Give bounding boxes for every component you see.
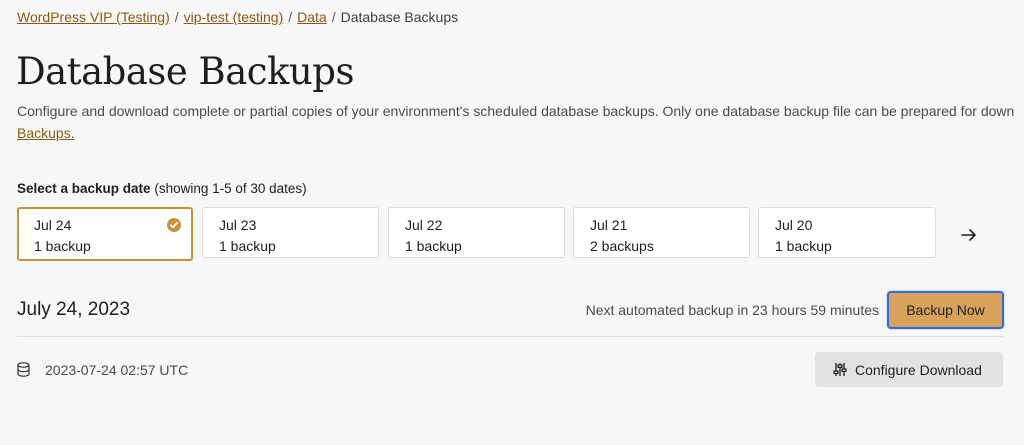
page-description: Configure and download complete or parti…	[17, 100, 1024, 144]
description-link-backups[interactable]: Backups.	[17, 122, 1024, 144]
description-text: Configure and download complete or parti…	[17, 103, 1015, 119]
date-card-jul-22[interactable]: Jul 22 1 backup	[388, 207, 565, 258]
divider	[17, 336, 1003, 337]
select-label-title: Select a backup date	[17, 181, 151, 196]
breadcrumb: WordPress VIP (Testing) / vip-test (testin…	[17, 9, 458, 25]
date-card-date: Jul 22	[405, 217, 443, 233]
select-label-count: (showing 1-5 of 30 dates)	[154, 181, 307, 196]
breadcrumb-separator: /	[331, 9, 336, 25]
date-card-jul-21[interactable]: Jul 21 2 backups	[573, 207, 750, 258]
date-card-count: 1 backup	[405, 238, 462, 254]
arrow-right-icon[interactable]	[958, 224, 980, 246]
next-backup-status: Next automated backup in 23 hours 59 min…	[585, 302, 879, 318]
breadcrumb-separator: /	[288, 9, 293, 25]
date-card-date: Jul 23	[219, 217, 257, 233]
breadcrumb-link-environment[interactable]: vip-test (testing)	[184, 9, 284, 25]
sliders-icon	[833, 362, 847, 377]
backup-now-button[interactable]: Backup Now	[887, 291, 1004, 329]
date-card-count: 1 backup	[775, 238, 832, 254]
page-title: Database Backups	[16, 50, 354, 93]
date-card-count: 2 backups	[590, 238, 654, 254]
date-card-jul-20[interactable]: Jul 20 1 backup	[758, 207, 936, 258]
backup-timestamp: 2023-07-24 02:57 UTC	[45, 362, 189, 378]
configure-download-label: Configure Download	[855, 362, 982, 378]
breadcrumb-separator: /	[174, 9, 179, 25]
backup-date-selector-label: Select a backup date (showing 1-5 of 30 …	[17, 181, 307, 196]
date-card-jul-23[interactable]: Jul 23 1 backup	[202, 207, 379, 258]
checkmark-circle-icon	[167, 218, 181, 232]
date-card-date: Jul 20	[775, 217, 813, 233]
date-card-date: Jul 21	[590, 217, 628, 233]
breadcrumb-current: Database Backups	[340, 9, 459, 25]
date-card-date: Jul 24	[34, 217, 72, 233]
date-card-jul-24[interactable]: Jul 24 1 backup	[17, 207, 193, 261]
date-card-count: 1 backup	[34, 238, 91, 254]
breadcrumb-link-data[interactable]: Data	[297, 9, 327, 25]
selected-date-heading: July 24, 2023	[17, 299, 131, 320]
breadcrumb-link-organization[interactable]: WordPress VIP (Testing)	[17, 9, 170, 25]
date-card-count: 1 backup	[219, 238, 276, 254]
configure-download-button[interactable]: Configure Download	[815, 352, 1003, 387]
database-icon	[17, 362, 30, 377]
